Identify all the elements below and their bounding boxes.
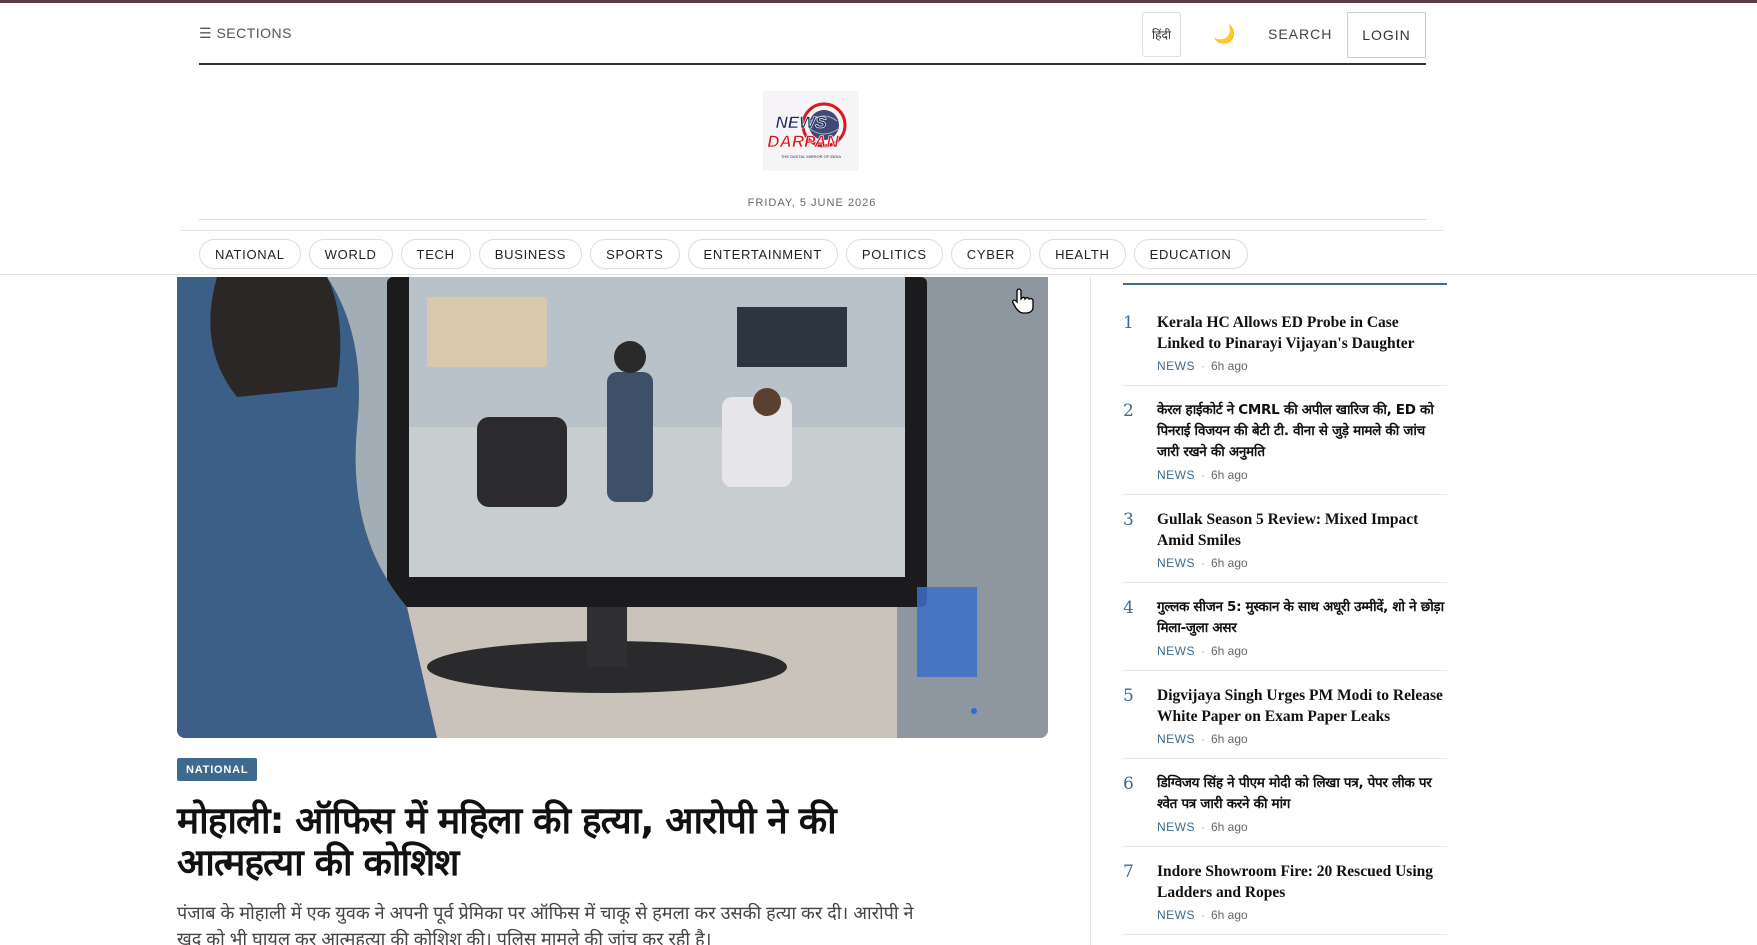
date-divider bbox=[199, 219, 1426, 220]
login-button[interactable]: LOGIN bbox=[1347, 12, 1426, 58]
trending-time: 6h ago bbox=[1211, 359, 1248, 373]
trending-rank: 7 bbox=[1123, 862, 1134, 882]
nav-item-health[interactable]: HEALTH bbox=[1039, 239, 1126, 269]
trending-rank: 3 bbox=[1123, 510, 1134, 530]
trending-time: 6h ago bbox=[1211, 820, 1248, 834]
trending-rank: 4 bbox=[1123, 598, 1134, 618]
site-header: ☰ SECTIONS हिंदी 🌙 SEARCH LOGIN NEWS DAR… bbox=[0, 3, 1757, 277]
trending-title[interactable]: डिग्विजय सिंह ने पीएम मोदी को लिखा पत्र,… bbox=[1157, 773, 1447, 815]
trending-list: 1 Kerala HC Allows ED Probe in Case Link… bbox=[1123, 298, 1447, 935]
logo-tagline: THE DIGITAL MIRROR OF INDIA bbox=[781, 154, 841, 159]
meta-separator: · bbox=[1201, 644, 1205, 658]
hand-pointer-cursor-icon bbox=[1012, 288, 1034, 314]
nav-item-education[interactable]: EDUCATION bbox=[1133, 239, 1248, 269]
hero-image[interactable] bbox=[177, 277, 1048, 738]
utility-bar: ☰ SECTIONS हिंदी 🌙 SEARCH LOGIN bbox=[199, 9, 1426, 65]
nav-item-politics[interactable]: POLITICS bbox=[845, 239, 943, 269]
header-bottom-border bbox=[0, 274, 1757, 275]
trending-category[interactable]: NEWS bbox=[1157, 820, 1195, 834]
trending-title[interactable]: Indore Showroom Fire: 20 Rescued Using L… bbox=[1157, 861, 1447, 903]
trending-time: 6h ago bbox=[1211, 644, 1248, 658]
trending-meta: NEWS · 6h ago bbox=[1157, 732, 1447, 746]
trending-item[interactable]: 4 गुल्लक सीजन 5: मुस्कान के साथ अधूरी उम… bbox=[1123, 583, 1447, 671]
sections-menu-button[interactable]: ☰ SECTIONS bbox=[199, 25, 292, 42]
meta-separator: · bbox=[1201, 556, 1205, 570]
meta-separator: · bbox=[1201, 359, 1205, 373]
trending-time: 6h ago bbox=[1211, 732, 1248, 746]
search-button[interactable]: SEARCH bbox=[1268, 26, 1332, 42]
trending-meta: NEWS · 6h ago bbox=[1157, 468, 1447, 482]
sidebar-top-rule bbox=[1123, 283, 1447, 285]
trending-category[interactable]: NEWS bbox=[1157, 468, 1195, 482]
trending-meta: NEWS · 6h ago bbox=[1157, 908, 1447, 922]
trending-rank: 1 bbox=[1123, 313, 1134, 333]
trending-item[interactable]: 3 Gullak Season 5 Review: Mixed Impact A… bbox=[1123, 495, 1447, 583]
nav-item-world[interactable]: WORLD bbox=[308, 239, 393, 269]
column-divider bbox=[1090, 277, 1091, 945]
meta-separator: · bbox=[1201, 908, 1205, 922]
nav-divider bbox=[180, 230, 1444, 231]
trending-category[interactable]: NEWS bbox=[1157, 359, 1195, 373]
nav-item-national[interactable]: NATIONAL bbox=[199, 239, 301, 269]
article-category-badge[interactable]: NATIONAL bbox=[177, 758, 258, 781]
hero-cctv-monitor-illustration bbox=[177, 277, 1048, 738]
article-summary: पंजाब के मोहाली में एक युवक ने अपनी पूर्… bbox=[177, 903, 914, 945]
article-headline[interactable]: मोहाली: ऑफिस में महिला की हत्या, आरोपी न… bbox=[177, 800, 937, 884]
trending-title[interactable]: Gullak Season 5 Review: Mixed Impact Ami… bbox=[1157, 509, 1447, 551]
logo-line2: DARPAN bbox=[767, 132, 839, 151]
trending-meta: NEWS · 6h ago bbox=[1157, 644, 1447, 658]
language-toggle-button[interactable]: हिंदी bbox=[1142, 12, 1181, 57]
trending-title[interactable]: Kerala HC Allows ED Probe in Case Linked… bbox=[1157, 312, 1447, 354]
trending-category[interactable]: NEWS bbox=[1157, 732, 1195, 746]
trending-item[interactable]: 7 Indore Showroom Fire: 20 Rescued Using… bbox=[1123, 847, 1447, 935]
meta-separator: · bbox=[1201, 820, 1205, 834]
trending-category[interactable]: NEWS bbox=[1157, 644, 1195, 658]
trending-meta: NEWS · 6h ago bbox=[1157, 820, 1447, 834]
trending-rank: 2 bbox=[1123, 401, 1134, 421]
nav-item-entertainment[interactable]: ENTERTAINMENT bbox=[687, 239, 838, 269]
trending-item[interactable]: 1 Kerala HC Allows ED Probe in Case Link… bbox=[1123, 298, 1447, 386]
trending-title[interactable]: Digvijaya Singh Urges PM Modi to Release… bbox=[1157, 685, 1447, 727]
category-nav: NATIONAL WORLD TECH BUSINESS SPORTS ENTE… bbox=[199, 239, 1248, 269]
trending-rank: 6 bbox=[1123, 774, 1134, 794]
nav-item-sports[interactable]: SPORTS bbox=[590, 239, 680, 269]
news-darpan-logo-icon: NEWS DARPAN THE DIGITAL MIRROR OF INDIA bbox=[767, 102, 847, 159]
trending-time: 6h ago bbox=[1211, 908, 1248, 922]
trending-item[interactable]: 6 डिग्विजय सिंह ने पीएम मोदी को लिखा पत्… bbox=[1123, 759, 1447, 847]
trending-time: 6h ago bbox=[1211, 556, 1248, 570]
nav-item-business[interactable]: BUSINESS bbox=[478, 239, 583, 269]
trending-rank: 5 bbox=[1123, 686, 1134, 706]
current-date: FRIDAY, 5 JUNE 2026 bbox=[747, 197, 877, 209]
trending-time: 6h ago bbox=[1211, 468, 1248, 482]
nav-item-tech[interactable]: TECH bbox=[400, 239, 471, 269]
trending-item[interactable]: 2 केरल हाईकोर्ट ने CMRL की अपील खारिज की… bbox=[1123, 386, 1447, 495]
trending-title[interactable]: केरल हाईकोर्ट ने CMRL की अपील खारिज की, … bbox=[1157, 400, 1447, 463]
trending-category[interactable]: NEWS bbox=[1157, 556, 1195, 570]
trending-meta: NEWS · 6h ago bbox=[1157, 359, 1447, 373]
trending-item[interactable]: 5 Digvijaya Singh Urges PM Modi to Relea… bbox=[1123, 671, 1447, 759]
nav-item-cyber[interactable]: CYBER bbox=[950, 239, 1032, 269]
site-logo[interactable]: NEWS DARPAN THE DIGITAL MIRROR OF INDIA bbox=[763, 91, 859, 171]
dark-mode-moon-icon[interactable]: 🌙 bbox=[1213, 24, 1235, 45]
trending-title[interactable]: गुल्लक सीजन 5: मुस्कान के साथ अधूरी उम्म… bbox=[1157, 597, 1447, 639]
trending-meta: NEWS · 6h ago bbox=[1157, 556, 1447, 570]
logo-line1: NEWS bbox=[776, 113, 828, 132]
trending-category[interactable]: NEWS bbox=[1157, 908, 1195, 922]
meta-separator: · bbox=[1201, 732, 1205, 746]
meta-separator: · bbox=[1201, 468, 1205, 482]
